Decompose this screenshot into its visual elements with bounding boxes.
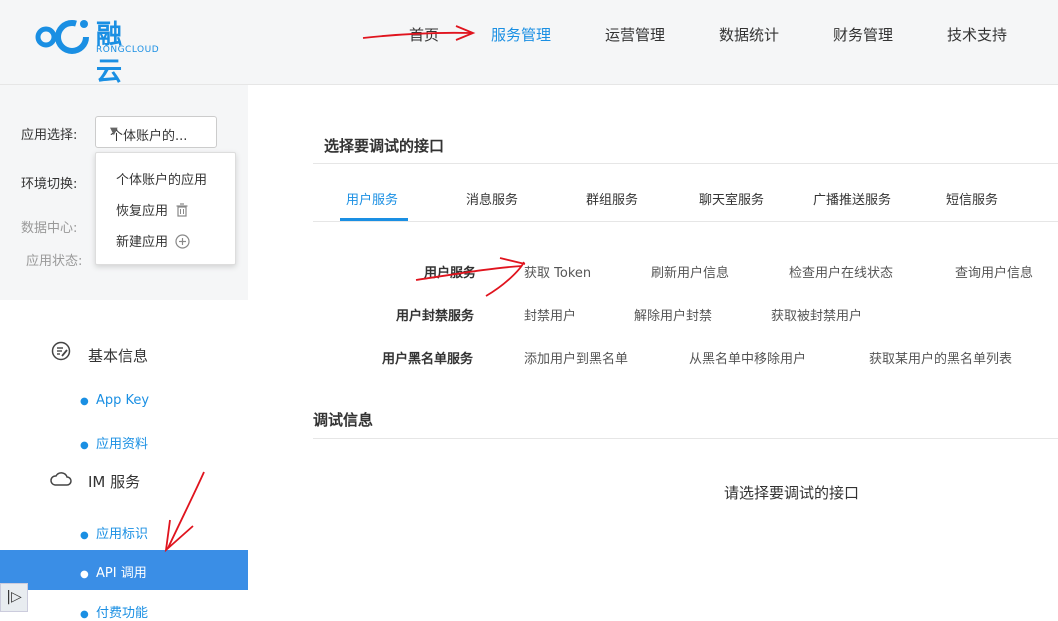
nav-data-statistics[interactable]: 数据统计 <box>719 24 779 45</box>
api-refresh-user-info[interactable]: 刷新用户信息 <box>651 262 729 281</box>
menu-app-key[interactable]: ● App Key <box>80 393 149 408</box>
plus-circle-icon <box>175 234 190 249</box>
divider <box>313 163 1058 164</box>
chevron-right-icon: |▷ <box>6 589 22 605</box>
edit-document-icon <box>50 341 72 366</box>
row-label-user-service: 用户服务 <box>424 266 477 281</box>
api-get-banned-users[interactable]: 获取被封禁用户 <box>771 305 862 324</box>
debug-divider <box>313 438 1058 439</box>
tabs-divider <box>313 221 1058 222</box>
app-status-label: 应用状态: <box>26 254 83 269</box>
trash-icon <box>176 203 188 217</box>
annotation-arrow-token <box>485 257 526 297</box>
logo-subtitle: RONGCLOUD <box>96 45 160 55</box>
menu-api-call[interactable]: ● API 调用 <box>0 550 248 590</box>
debug-placeholder: 请选择要调试的接口 <box>724 484 860 502</box>
menu-app-profile-label: 应用资料 <box>96 437 149 452</box>
app-select-dropdown[interactable]: 个体账户的... ▼ <box>95 116 217 148</box>
nav-service-management[interactable]: 服务管理 <box>491 24 551 45</box>
nav-finance-management[interactable]: 财务管理 <box>833 24 893 45</box>
menu-app-identity-label: 应用标识 <box>96 527 149 542</box>
menu-im-service[interactable]: IM 服务 <box>50 471 140 492</box>
tab-message-service[interactable]: 消息服务 <box>466 189 518 208</box>
app-select-label: 应用选择: <box>21 128 78 143</box>
api-check-online-status[interactable]: 检查用户在线状态 <box>789 262 893 281</box>
dropdown-item-restore-app[interactable]: 恢复应用 <box>116 200 189 219</box>
dropdown-item-new-app[interactable]: 新建应用 <box>116 231 190 250</box>
nav-home[interactable]: 首页 <box>409 24 439 45</box>
api-ban-user[interactable]: 封禁用户 <box>524 305 576 324</box>
nav-operations-management[interactable]: 运营管理 <box>605 24 665 45</box>
row-label-blacklist-service: 用户黑名单服务 <box>382 352 474 367</box>
tab-sms-service[interactable]: 短信服务 <box>946 189 998 208</box>
top-navigation-bar: 融 云 RONGCLOUD 首页 服务管理 运营管理 数据统计 财务管理 技术支… <box>0 0 1058 87</box>
debug-info-title: 调试信息 <box>313 411 374 429</box>
menu-app-key-label: App Key <box>96 393 150 408</box>
api-query-user-info[interactable]: 查询用户信息 <box>955 262 1033 281</box>
api-get-blacklist[interactable]: 获取某用户的黑名单列表 <box>869 348 1012 367</box>
nav-tech-support[interactable]: 技术支持 <box>947 24 1007 45</box>
env-switch-label: 环境切换: <box>21 177 78 192</box>
tab-group-service[interactable]: 群组服务 <box>586 189 638 208</box>
tab-user-service[interactable]: 用户服务 <box>346 189 398 208</box>
menu-api-call-label: API 调用 <box>96 566 147 581</box>
menu-paid-features-label: 付费功能 <box>96 606 149 621</box>
caret-down-icon: ▼ <box>110 126 118 137</box>
api-add-to-blacklist[interactable]: 添加用户到黑名单 <box>524 348 628 367</box>
tab-chatroom-service[interactable]: 聊天室服务 <box>699 189 764 208</box>
menu-app-profile[interactable]: ● 应用资料 <box>80 433 148 452</box>
menu-basic-info[interactable]: 基本信息 <box>50 341 148 366</box>
rongcloud-logo[interactable]: 融 云 RONGCLOUD <box>34 14 174 87</box>
api-remove-from-blacklist[interactable]: 从黑名单中移除用户 <box>689 348 806 367</box>
menu-basic-info-label: 基本信息 <box>88 347 149 365</box>
logo-icon <box>35 20 89 54</box>
row-label-user-ban-service: 用户封禁服务 <box>396 309 475 324</box>
tab-broadcast-push-service[interactable]: 广播推送服务 <box>813 189 891 208</box>
menu-app-identity[interactable]: ● 应用标识 <box>80 523 148 542</box>
datacenter-label: 数据中心: <box>21 221 78 236</box>
api-get-token[interactable]: 获取 Token <box>524 262 591 281</box>
cloud-icon <box>50 471 72 492</box>
dropdown-item-personal-app[interactable]: 个体账户的应用 <box>116 169 207 188</box>
app-dropdown-menu: 个体账户的应用 恢复应用 新建应用 <box>95 152 236 265</box>
api-unban-user[interactable]: 解除用户封禁 <box>634 305 712 324</box>
select-api-title: 选择要调试的接口 <box>324 137 445 155</box>
menu-im-service-label: IM 服务 <box>88 473 141 491</box>
collapse-sidebar-button[interactable]: |▷ <box>0 583 28 612</box>
